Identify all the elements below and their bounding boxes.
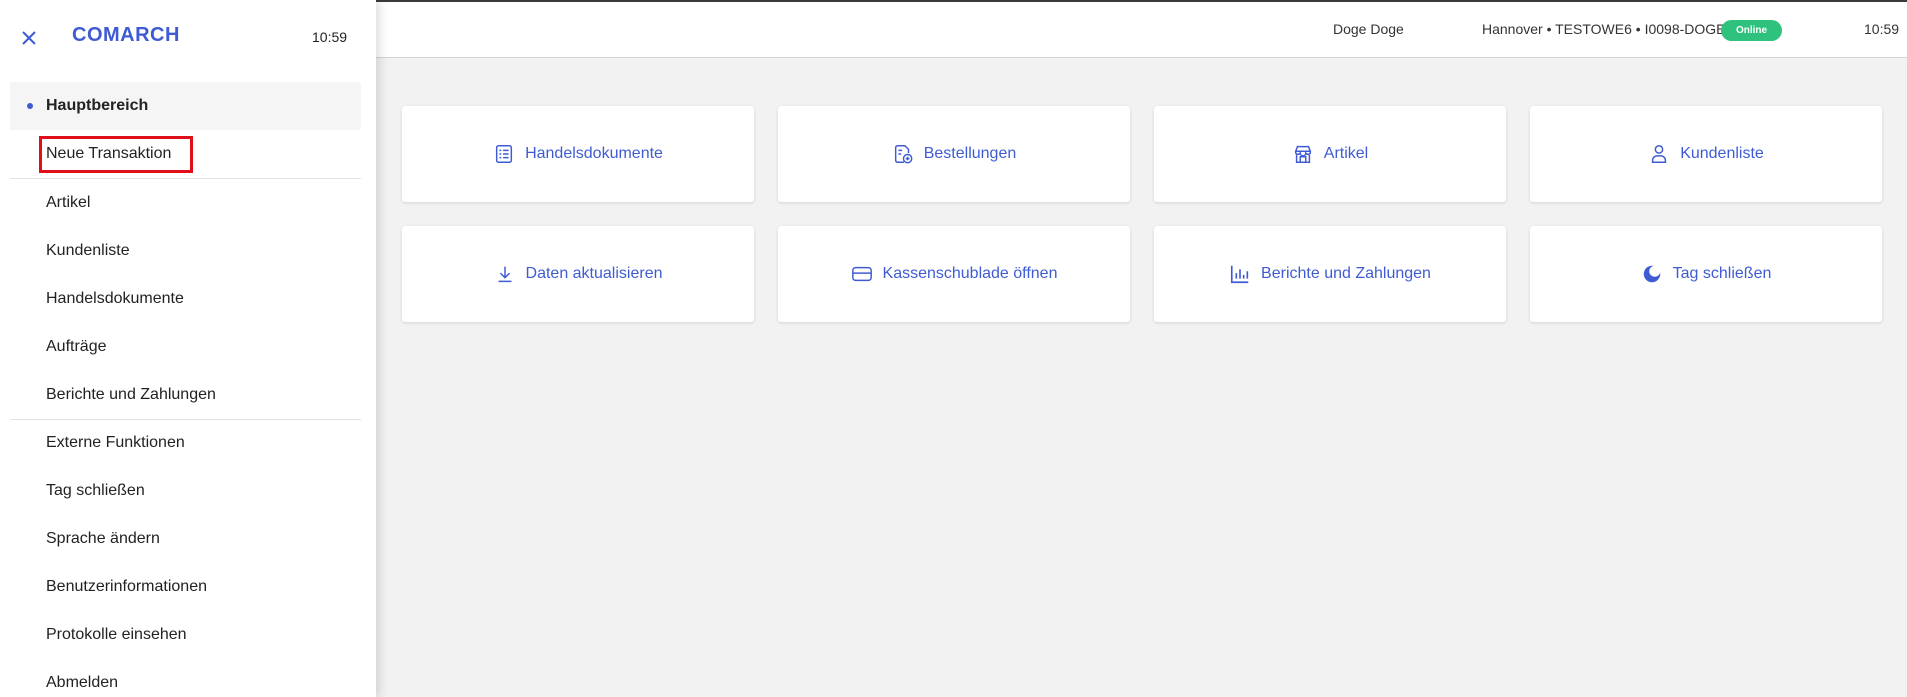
status-badge: Online <box>1721 20 1782 41</box>
sidebar-item-label: Aufträge <box>46 338 107 355</box>
sidebar-item-hauptbereich[interactable]: Hauptbereich <box>10 82 361 130</box>
tile-tag-schliessen[interactable]: Tag schließen <box>1530 226 1882 322</box>
brand-logo: COMARCH <box>72 24 180 46</box>
active-indicator-dot <box>27 103 33 109</box>
tile-label: Daten aktualisieren <box>525 265 663 282</box>
sidebar-item-tag-schliessen[interactable]: Tag schließen <box>10 467 361 515</box>
tile-handelsdokumente[interactable]: Handelsdokumente <box>402 106 754 202</box>
user-name: Doge Doge <box>1333 21 1404 37</box>
tile-kassenschublade[interactable]: Kassenschublade öffnen <box>778 226 1130 322</box>
store-location: Hannover • TESTOWE6 • I0098-DOGE <box>1482 21 1726 37</box>
sidebar-item-auftraege[interactable]: Aufträge <box>10 323 361 371</box>
sidebar-item-label: Tag schließen <box>46 482 145 499</box>
tile-berichte[interactable]: Berichte und Zahlungen <box>1154 226 1506 322</box>
moon-icon <box>1643 265 1660 283</box>
tile-label: Artikel <box>1323 145 1369 162</box>
card-icon <box>851 266 872 282</box>
tile-daten-aktualisieren[interactable]: Daten aktualisieren <box>402 226 754 322</box>
sidebar-item-externe-funktionen[interactable]: Externe Funktionen <box>10 419 361 467</box>
sidebar-item-kundenliste[interactable]: Kundenliste <box>10 227 361 275</box>
sidebar-item-label: Handelsdokumente <box>46 290 184 307</box>
tile-label: Kundenliste <box>1680 145 1764 162</box>
sidebar-item-label: Sprache ändern <box>46 530 160 547</box>
bar-chart-icon <box>1230 265 1249 284</box>
tile-artikel[interactable]: Artikel <box>1154 106 1506 202</box>
sidebar-item-label: Hauptbereich <box>46 97 149 114</box>
tile-label: Bestellungen <box>923 145 1017 162</box>
user-icon <box>1652 145 1667 163</box>
sidebar-item-neue-transaktion[interactable]: Neue Transaktion <box>10 130 361 178</box>
sidebar-item-label: Neue Transaktion <box>46 145 172 162</box>
sidebar-menu: COMARCH 10:59 Hauptbereich Neue Transakt… <box>0 0 376 697</box>
store-icon <box>1294 145 1311 163</box>
document-list-icon <box>495 145 513 163</box>
order-add-icon <box>894 145 913 164</box>
sidebar-item-handelsdokumente[interactable]: Handelsdokumente <box>10 275 361 323</box>
sidebar-time: 10:59 <box>312 29 348 45</box>
sidebar-item-label: Artikel <box>46 194 91 211</box>
sidebar-item-label: Protokolle einsehen <box>46 626 187 643</box>
header-time: 10:59 <box>1864 21 1900 37</box>
sidebar-item-label: Abmelden <box>46 674 119 691</box>
tile-label: Handelsdokumente <box>525 145 663 162</box>
sidebar-item-abmelden[interactable]: Abmelden <box>10 659 361 697</box>
tile-label: Kassenschublade öffnen <box>882 265 1058 282</box>
download-icon <box>498 266 511 283</box>
tile-label: Tag schließen <box>1672 265 1772 282</box>
sidebar-item-benutzerinformationen[interactable]: Benutzerinformationen <box>10 563 361 611</box>
sidebar-item-sprache-aendern[interactable]: Sprache ändern <box>10 515 361 563</box>
sidebar-item-berichte-und-zahlungen[interactable]: Berichte und Zahlungen <box>10 371 361 419</box>
sidebar-item-label: Benutzerinformationen <box>46 578 207 595</box>
sidebar-item-label: Berichte und Zahlungen <box>46 386 216 403</box>
sidebar-item-label: Externe Funktionen <box>46 434 185 451</box>
sidebar-item-label: Kundenliste <box>46 242 130 259</box>
tile-label: Berichte und Zahlungen <box>1261 265 1431 282</box>
sidebar-item-artikel[interactable]: Artikel <box>10 179 361 227</box>
close-icon[interactable] <box>18 27 40 49</box>
tile-bestellungen[interactable]: Bestellungen <box>778 106 1130 202</box>
sidebar-item-protokolle-einsehen[interactable]: Protokolle einsehen <box>10 611 361 659</box>
tile-kundenliste[interactable]: Kundenliste <box>1530 106 1882 202</box>
